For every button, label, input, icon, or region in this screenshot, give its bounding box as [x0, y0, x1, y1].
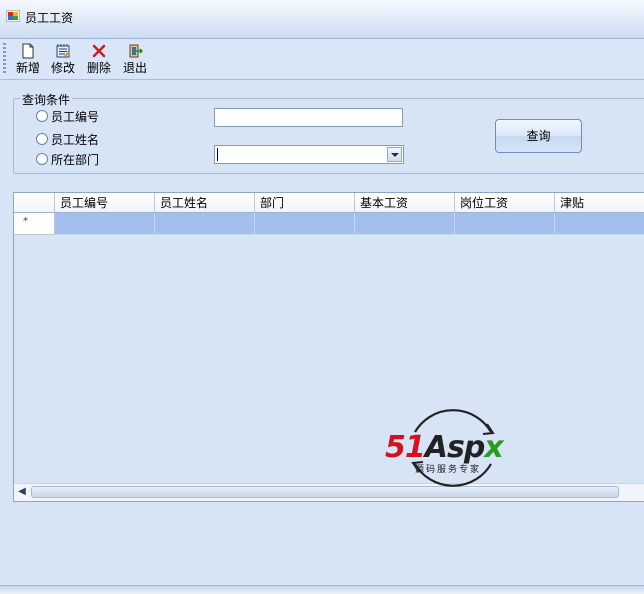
exit-button[interactable]: 退出 [117, 41, 153, 77]
new-button-label: 新增 [15, 61, 40, 75]
column-header-employee-name[interactable]: 员工姓名 [155, 193, 255, 213]
radio-department-label: 所在部门 [51, 152, 100, 167]
radio-employee-id[interactable]: 员工编号 [36, 108, 99, 124]
scroll-thumb[interactable] [31, 486, 619, 498]
table-cell[interactable] [55, 213, 155, 235]
department-select[interactable] [214, 145, 404, 164]
new-row-header[interactable]: * [14, 213, 55, 235]
radio-circle-icon[interactable] [36, 110, 48, 122]
app-icon [6, 10, 20, 22]
table-cell[interactable] [555, 213, 644, 235]
row-header-corner[interactable] [14, 193, 55, 213]
chevron-down-icon[interactable] [387, 147, 402, 162]
scroll-left-arrow-icon[interactable]: ◀ [14, 484, 30, 501]
column-header-department[interactable]: 部门 [255, 193, 355, 213]
delete-button[interactable]: 删除 [81, 41, 117, 77]
title-bar: 员工工资 [0, 0, 644, 39]
search-input[interactable] [214, 108, 403, 127]
watermark-tagline: 源码服务专家 [415, 465, 482, 475]
radio-employee-id-label: 员工编号 [51, 109, 100, 124]
column-header-position-salary[interactable]: 岗位工资 [455, 193, 555, 213]
delete-button-label: 删除 [86, 61, 111, 75]
toolbar-grip[interactable] [3, 43, 6, 75]
watermark-brand: 51Aspx [385, 430, 504, 465]
horizontal-scrollbar[interactable]: ◀ [14, 483, 644, 501]
column-header-allowance[interactable]: 津贴 [555, 193, 644, 213]
table-cell[interactable] [155, 213, 255, 235]
edit-button-label: 修改 [50, 61, 75, 75]
exit-icon [129, 44, 143, 58]
toolbar: 新增 修改 删除 退出 [0, 39, 644, 80]
radio-employee-name[interactable]: 员工姓名 [36, 131, 99, 147]
delete-icon [92, 44, 106, 58]
query-button[interactable]: 查询 [495, 119, 582, 153]
table-row[interactable]: * [14, 213, 644, 235]
salary-grid[interactable]: 员工编号 员工姓名 部门 基本工资 岗位工资 津贴 * ◀ [13, 192, 644, 502]
new-page-icon [22, 43, 34, 59]
exit-button-label: 退出 [122, 61, 147, 75]
new-row-marker: * [23, 216, 28, 227]
radio-employee-name-label: 员工姓名 [51, 132, 100, 147]
table-cell[interactable] [255, 213, 355, 235]
radio-circle-icon[interactable] [36, 133, 48, 145]
table-cell[interactable] [355, 213, 455, 235]
search-conditions-title: 查询条件 [20, 91, 73, 108]
window-title: 员工工资 [25, 11, 74, 25]
column-header-employee-id[interactable]: 员工编号 [55, 193, 155, 213]
edit-button[interactable]: 修改 [45, 41, 81, 77]
new-button[interactable]: 新增 [10, 41, 46, 77]
grid-header: 员工编号 员工姓名 部门 基本工资 岗位工资 津贴 [14, 193, 644, 213]
table-cell[interactable] [455, 213, 555, 235]
watermark-logo: 51Aspx 源码服务专家 [385, 402, 515, 494]
edit-icon [56, 44, 70, 58]
text-caret [217, 148, 218, 161]
column-header-base-salary[interactable]: 基本工资 [355, 193, 455, 213]
radio-circle-icon[interactable] [36, 153, 48, 165]
radio-department[interactable]: 所在部门 [36, 151, 99, 167]
